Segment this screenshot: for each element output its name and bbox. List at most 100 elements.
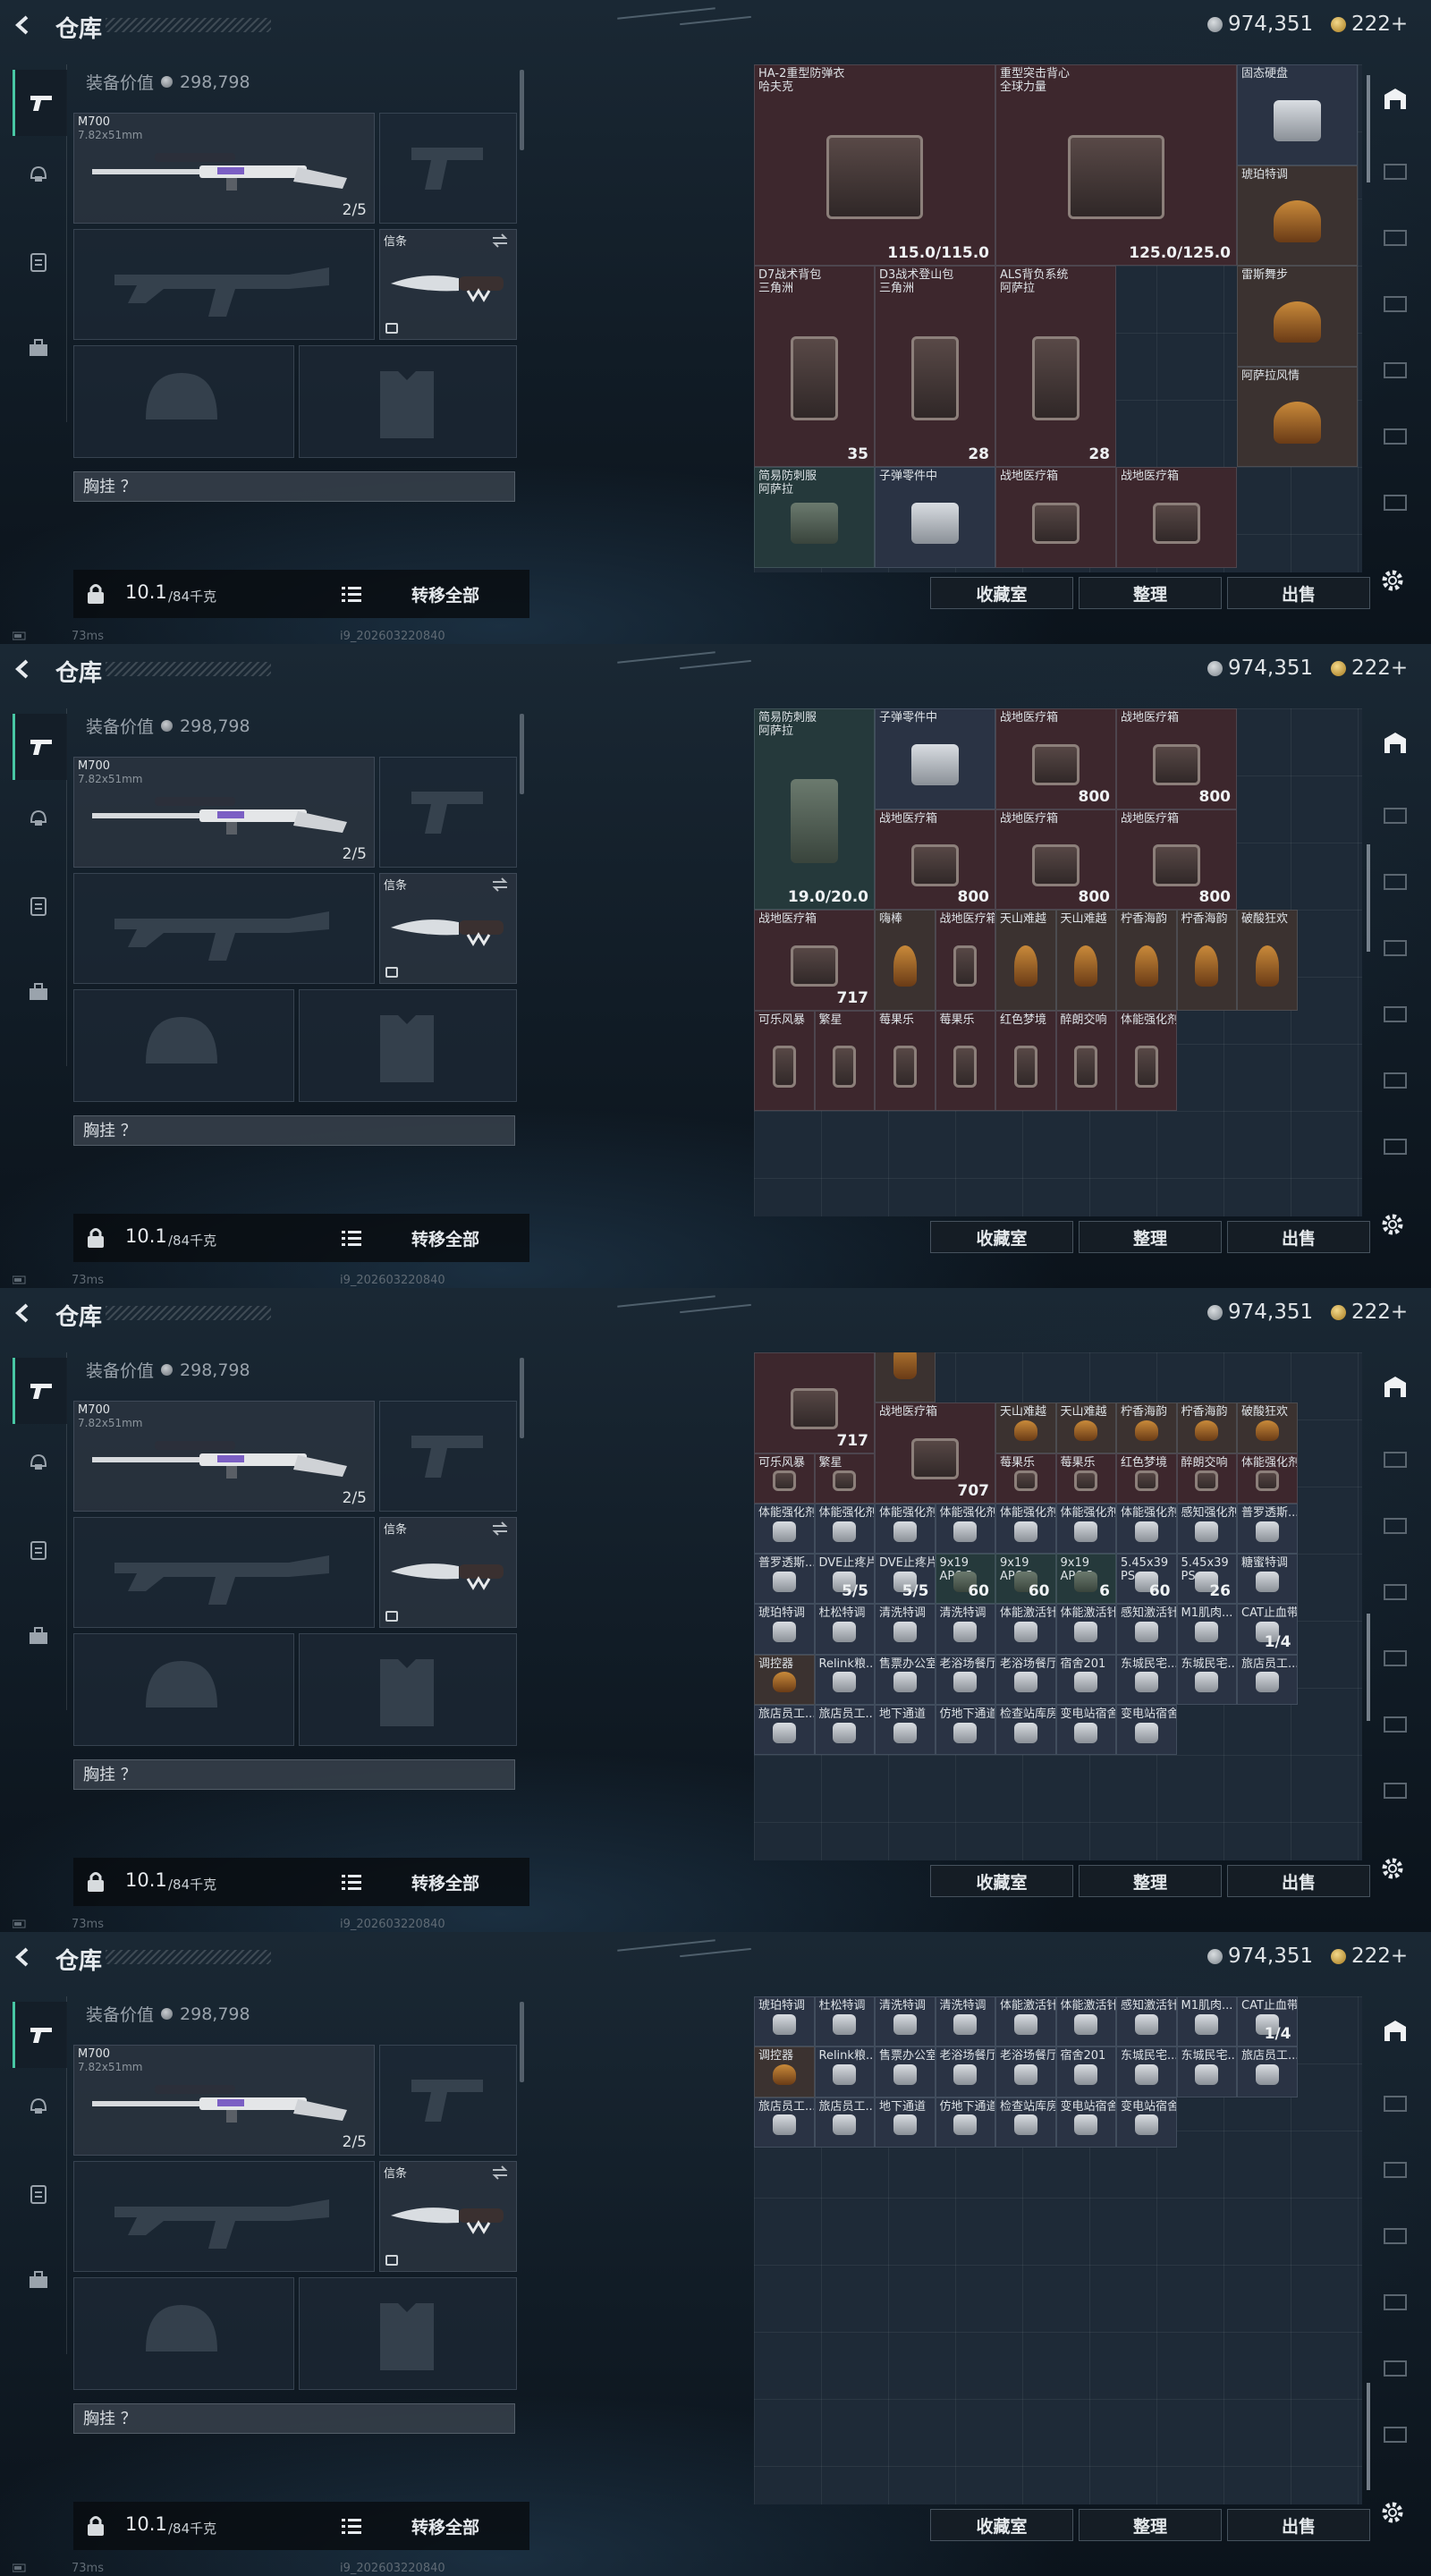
storage-item[interactable]: 清洗特调 bbox=[875, 1996, 936, 2047]
storage-item[interactable]: 体能强化剂 bbox=[1116, 1503, 1177, 1554]
collection-button[interactable]: 收藏室 bbox=[930, 1221, 1073, 1253]
storage-item[interactable]: 体能强化剂 bbox=[935, 1503, 995, 1554]
sell-button[interactable]: 出售 bbox=[1227, 1221, 1370, 1253]
back-arrow-icon[interactable] bbox=[13, 14, 34, 36]
rail-tab-3[interactable] bbox=[1377, 868, 1413, 894]
nav-bag[interactable] bbox=[13, 959, 64, 1025]
primary-weapon-slot[interactable]: M700 7.82x51mm 2/5 bbox=[73, 757, 375, 868]
storage-item[interactable]: 战地医疗箱 800 bbox=[995, 708, 1116, 809]
storage-item[interactable]: DVE止疼片 5/5 bbox=[875, 1554, 936, 1605]
storage-item[interactable]: 9x19 AP6.360 bbox=[935, 1554, 995, 1605]
storage-item[interactable]: 简易防刺服 阿萨拉 bbox=[754, 467, 875, 568]
nav-helmet[interactable] bbox=[13, 141, 64, 208]
storage-item[interactable]: M1肌肉... bbox=[1176, 1604, 1237, 1655]
rail-tab-4[interactable] bbox=[1377, 290, 1413, 317]
list-icon[interactable] bbox=[342, 1874, 361, 1890]
helmet-slot[interactable] bbox=[73, 989, 294, 1102]
list-icon[interactable] bbox=[342, 2518, 361, 2534]
storage-item[interactable]: CAT止血带 1/4 bbox=[1237, 1604, 1298, 1655]
collection-button[interactable]: 收藏室 bbox=[930, 577, 1073, 609]
storage-item[interactable]: M1肌肉... bbox=[1176, 1996, 1237, 2047]
storage-item[interactable]: 旅店员工... bbox=[814, 1704, 875, 1755]
storage-item[interactable]: 调控器 bbox=[754, 2046, 815, 2097]
armor-slot[interactable] bbox=[299, 2277, 517, 2390]
nav-bag[interactable] bbox=[13, 1603, 64, 1669]
storage-item[interactable]: 子弹零件中 bbox=[875, 467, 995, 568]
armor-slot[interactable] bbox=[299, 345, 517, 458]
rail-tab-7[interactable] bbox=[1377, 488, 1413, 515]
storage-item[interactable]: 老浴场餐厅 bbox=[935, 2046, 995, 2097]
equipment-scrollbar[interactable] bbox=[520, 70, 524, 150]
storage-item[interactable]: Relink粮... bbox=[814, 2046, 875, 2097]
rail-tab-7[interactable] bbox=[1377, 2420, 1413, 2447]
storage-item[interactable]: 柠香海韵 bbox=[1176, 1402, 1237, 1453]
equipment-scrollbar[interactable] bbox=[520, 714, 524, 794]
storage-item[interactable]: 老浴场餐厅 bbox=[935, 1654, 995, 1705]
secondary-weapon-slot[interactable] bbox=[73, 1517, 375, 1628]
storage-item[interactable]: 售票办公室 bbox=[875, 1654, 936, 1705]
storage-item[interactable]: 清洗特调 bbox=[875, 1604, 936, 1655]
gear-icon[interactable] bbox=[1379, 1211, 1406, 1238]
storage-item[interactable]: 变电站宿舍 bbox=[1055, 1704, 1116, 1755]
currency-premium[interactable]: 222+ bbox=[1331, 13, 1408, 36]
storage-item[interactable]: 仿地下通道 bbox=[935, 2097, 995, 2148]
storage-item[interactable]: 琥珀特调 bbox=[754, 1996, 815, 2047]
storage-item[interactable]: 柠香海韵 bbox=[1116, 1402, 1177, 1453]
storage-item[interactable]: 变电站宿舍 bbox=[1116, 2097, 1177, 2148]
rail-storage[interactable] bbox=[1377, 1374, 1413, 1401]
nav-weapons[interactable] bbox=[13, 714, 67, 780]
storage-item[interactable]: 战地医疗箱 800 bbox=[995, 809, 1116, 910]
storage-item[interactable]: 宿舍201 bbox=[1055, 1654, 1116, 1705]
rail-tab-2[interactable] bbox=[1377, 801, 1413, 828]
sort-button[interactable]: 整理 bbox=[1079, 2509, 1222, 2541]
storage-item[interactable]: 重型突击背心 全球力量 125.0/125.0 bbox=[995, 64, 1237, 266]
gear-icon[interactable] bbox=[1379, 567, 1406, 594]
storage-item[interactable]: 地下通道 bbox=[875, 1704, 936, 1755]
chest-rig-slot[interactable]: 胸挂 ？ bbox=[73, 2403, 515, 2434]
pistol-slot[interactable] bbox=[379, 113, 517, 224]
storage-item[interactable]: 莓果乐 bbox=[875, 1010, 936, 1111]
pistol-slot[interactable] bbox=[379, 2045, 517, 2156]
list-icon[interactable] bbox=[342, 586, 361, 602]
nav-helmet[interactable] bbox=[13, 785, 64, 852]
storage-item[interactable]: 繁星 bbox=[814, 1453, 875, 1504]
sort-button[interactable]: 整理 bbox=[1079, 1221, 1222, 1253]
primary-weapon-slot[interactable]: M700 7.82x51mm 2/5 bbox=[73, 1401, 375, 1512]
storage-item[interactable]: 变电站宿舍 bbox=[1055, 2097, 1116, 2148]
rail-tab-6[interactable] bbox=[1377, 1710, 1413, 1737]
back-arrow-icon[interactable] bbox=[13, 1946, 34, 1968]
gear-icon[interactable] bbox=[1379, 1855, 1406, 1882]
storage-item[interactable]: 战地医疗箱 bbox=[935, 910, 995, 1011]
storage-item[interactable]: 战地医疗箱 717 bbox=[754, 910, 875, 1011]
storage-item[interactable]: 红色梦境 bbox=[995, 1010, 1056, 1111]
gear-icon[interactable] bbox=[1379, 2499, 1406, 2526]
rail-tab-5[interactable] bbox=[1377, 356, 1413, 383]
storage-item[interactable]: 雷斯舞步 bbox=[1237, 266, 1358, 367]
storage-item[interactable]: 5.45x39 PS 60 bbox=[1116, 1554, 1177, 1605]
helmet-slot[interactable] bbox=[73, 2277, 294, 2390]
storage-item[interactable]: 体能强化剂 bbox=[1116, 1010, 1177, 1111]
rail-tab-2[interactable] bbox=[1377, 1445, 1413, 1472]
nav-weapons[interactable] bbox=[13, 2002, 67, 2068]
rail-tab-6[interactable] bbox=[1377, 2354, 1413, 2381]
storage-item[interactable]: 杜松特调 bbox=[814, 1604, 875, 1655]
storage-item[interactable]: 柠香海韵 bbox=[1176, 910, 1237, 1011]
storage-scrollbar[interactable] bbox=[1367, 75, 1370, 182]
storage-item[interactable]: 东城民宅... bbox=[1176, 2046, 1237, 2097]
storage-item[interactable]: 5.45x39 PS 26 bbox=[1176, 1554, 1237, 1605]
storage-item[interactable]: 普罗透斯... bbox=[1237, 1503, 1298, 1554]
storage-item[interactable]: 嗨棒 bbox=[875, 1352, 936, 1403]
storage-item[interactable]: 固态硬盘 bbox=[1237, 64, 1358, 165]
melee-slot[interactable]: 信条 bbox=[379, 873, 517, 984]
storage-item[interactable]: 战地医疗箱 800 bbox=[1116, 809, 1237, 910]
nav-armor[interactable] bbox=[13, 229, 64, 295]
storage-item[interactable]: 旅店员工... bbox=[1237, 1654, 1298, 1705]
back-arrow-icon[interactable] bbox=[13, 658, 34, 680]
transfer-all-button[interactable]: 转移全部 bbox=[411, 582, 479, 606]
pistol-slot[interactable] bbox=[379, 757, 517, 868]
storage-item[interactable]: 莓果乐 bbox=[935, 1010, 995, 1111]
storage-item[interactable]: 繁星 bbox=[814, 1010, 875, 1111]
melee-slot[interactable]: 信条 bbox=[379, 1517, 517, 1628]
rail-storage[interactable] bbox=[1377, 86, 1413, 113]
rail-tab-3[interactable] bbox=[1377, 2156, 1413, 2182]
